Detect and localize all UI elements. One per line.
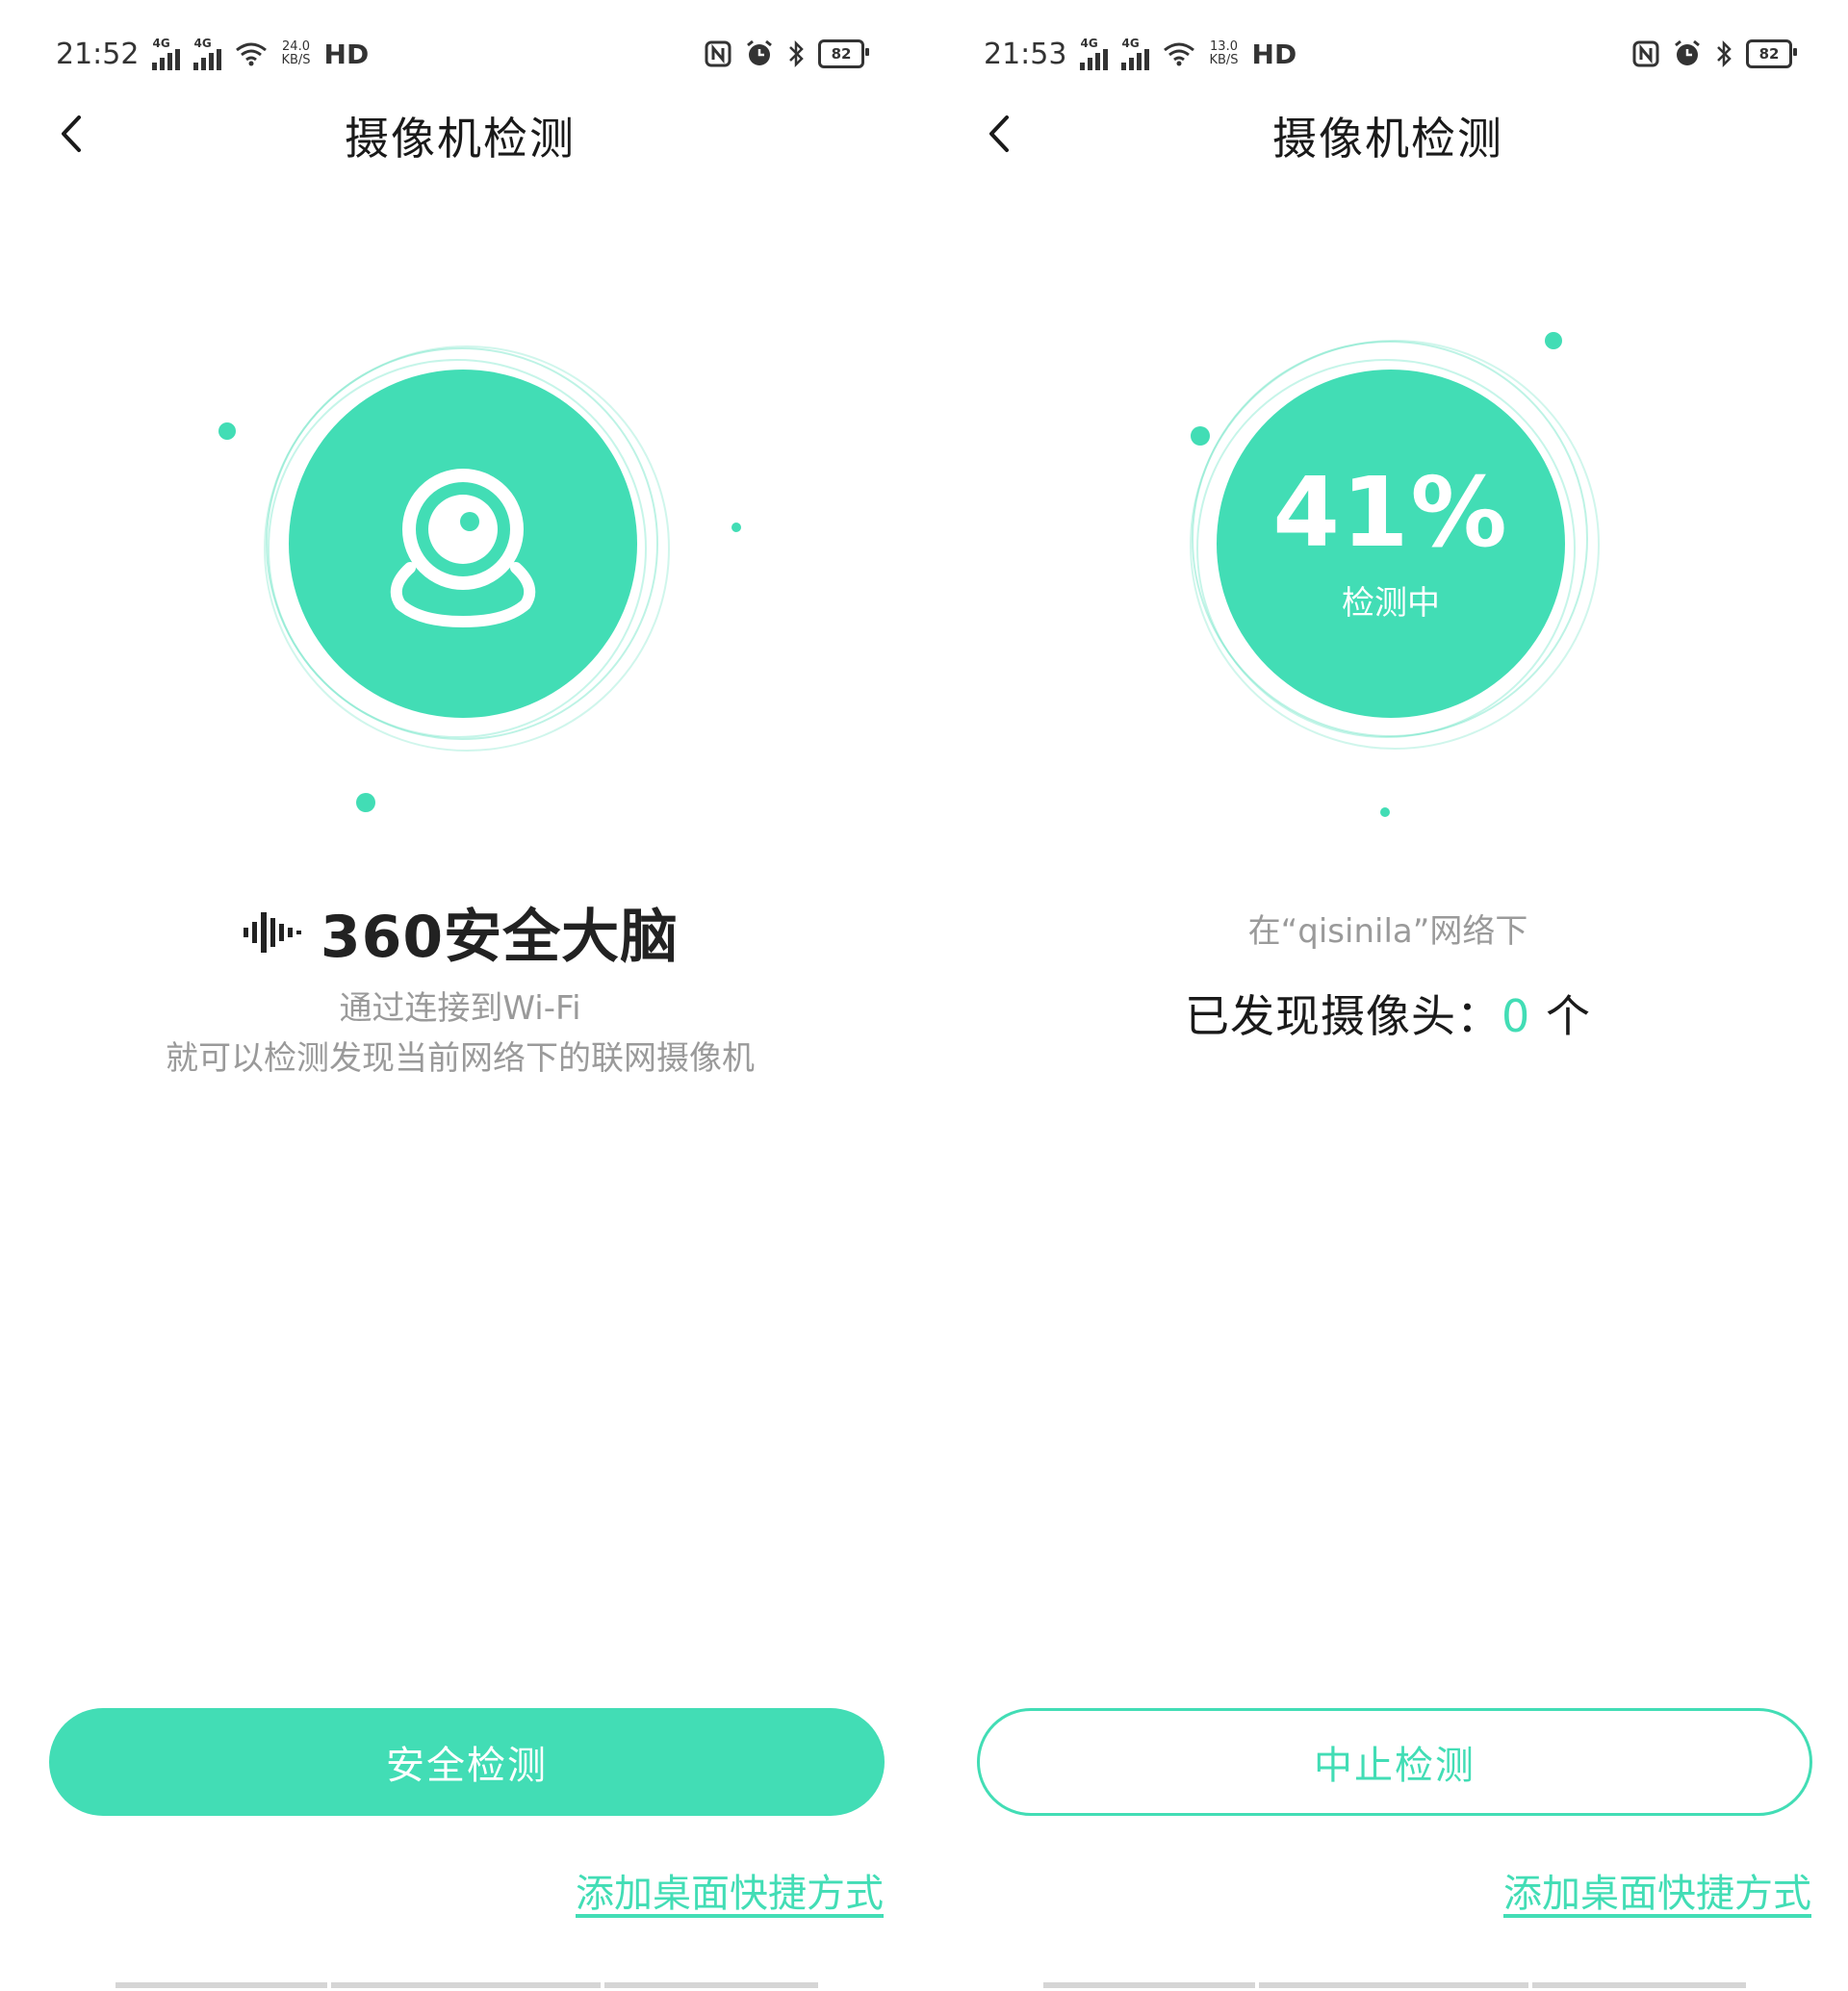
signal-icon: 4G — [152, 37, 181, 70]
signal-icon: 4G — [193, 37, 222, 70]
alarm-icon — [1675, 39, 1700, 65]
network-speed: 24.0 KB/S — [281, 40, 310, 67]
camera-circle — [289, 370, 637, 718]
orbit-dot — [1545, 332, 1562, 349]
nfc-icon — [705, 40, 732, 67]
orbit-dot — [1191, 426, 1210, 446]
hd-indicator: HD — [1251, 38, 1297, 70]
wifi-icon — [1164, 42, 1195, 66]
found-label: 已发现摄像头： — [1185, 990, 1502, 1042]
network-type-label: 4G — [1080, 37, 1098, 50]
bluetooth-icon — [1717, 39, 1732, 68]
found-cameras: 已发现摄像头：0 个 — [928, 982, 1848, 1045]
network-type-label: 4G — [193, 37, 212, 50]
safety-check-button[interactable]: 安全检测 — [49, 1708, 885, 1816]
sound-wave-icon — [243, 911, 301, 953]
battery-icon: 82 — [818, 39, 869, 68]
progress-status: 检测中 — [1342, 583, 1440, 623]
hd-indicator: HD — [323, 38, 370, 70]
speed-unit: KB/S — [281, 53, 311, 67]
status-time: 21:52 — [56, 37, 140, 71]
status-right: 82 — [1632, 39, 1797, 68]
speed-value: 13.0 — [1210, 39, 1238, 54]
status-bar: 21:52 4G 4G 24.0 KB/S HD 82 — [56, 29, 869, 79]
app-header: 摄像机检测 — [928, 96, 1848, 173]
signal-icon: 4G — [1121, 37, 1150, 70]
brand-logo: 360安全大脑 — [0, 890, 920, 974]
orbit-dot — [356, 793, 375, 812]
panel-divider — [920, 0, 928, 1991]
speed-unit: KB/S — [1209, 53, 1239, 67]
bluetooth-icon — [789, 39, 804, 68]
signal-icon: 4G — [1080, 37, 1109, 70]
progress-circle: 41% 检测中 — [1217, 370, 1565, 718]
status-left: 21:53 4G 4G 13.0 KB/S HD — [984, 38, 1296, 71]
brand-name: 360安全大脑 — [320, 904, 680, 971]
bottom-bar — [116, 1982, 818, 1988]
left-screen: 21:52 4G 4G 24.0 KB/S HD 82 摄像机检测 360安全大… — [0, 0, 920, 1991]
app-header: 摄像机检测 — [0, 96, 920, 173]
progress-percent: 41% — [1272, 455, 1509, 569]
status-left: 21:52 4G 4G 24.0 KB/S HD — [56, 38, 369, 71]
add-shortcut-link[interactable]: 添加桌面快捷方式 — [1503, 1862, 1811, 1918]
bottom-bar — [1043, 1982, 1746, 1988]
add-shortcut-link[interactable]: 添加桌面快捷方式 — [576, 1862, 884, 1918]
battery-icon: 82 — [1746, 39, 1797, 68]
found-unit: 个 — [1545, 990, 1591, 1042]
status-time: 21:53 — [984, 37, 1067, 71]
webcam-icon — [390, 469, 536, 628]
status-right: 82 — [705, 39, 869, 68]
found-count: 0 — [1502, 990, 1531, 1042]
network-type-label: 4G — [152, 37, 170, 50]
nfc-icon — [1632, 40, 1659, 67]
speed-value: 24.0 — [282, 39, 310, 54]
scan-visual — [173, 260, 751, 837]
description-line-2: 就可以检测发现当前网络下的联网摄像机 — [166, 1039, 755, 1078]
wifi-icon — [236, 42, 268, 66]
orbit-dot — [732, 523, 741, 532]
scan-visual: 41% 检测中 — [1101, 260, 1679, 837]
page-title: 摄像机检测 — [345, 113, 576, 165]
orbit-dot — [218, 422, 236, 440]
page-title: 摄像机检测 — [1272, 113, 1503, 165]
alarm-icon — [747, 39, 772, 65]
description-line-1: 通过连接到Wi-Fi — [339, 989, 581, 1028]
stop-check-button[interactable]: 中止检测 — [977, 1708, 1812, 1816]
network-type-label: 4G — [1121, 37, 1140, 50]
orbit-dot — [1380, 807, 1390, 817]
network-name-text: 在“qisinila”网络下 — [1247, 912, 1528, 951]
network-speed: 13.0 KB/S — [1209, 40, 1238, 67]
status-bar: 21:53 4G 4G 13.0 KB/S HD 82 — [984, 29, 1797, 79]
right-screen: 21:53 4G 4G 13.0 KB/S HD 82 摄像机检测 41% 检测… — [928, 0, 1848, 1991]
